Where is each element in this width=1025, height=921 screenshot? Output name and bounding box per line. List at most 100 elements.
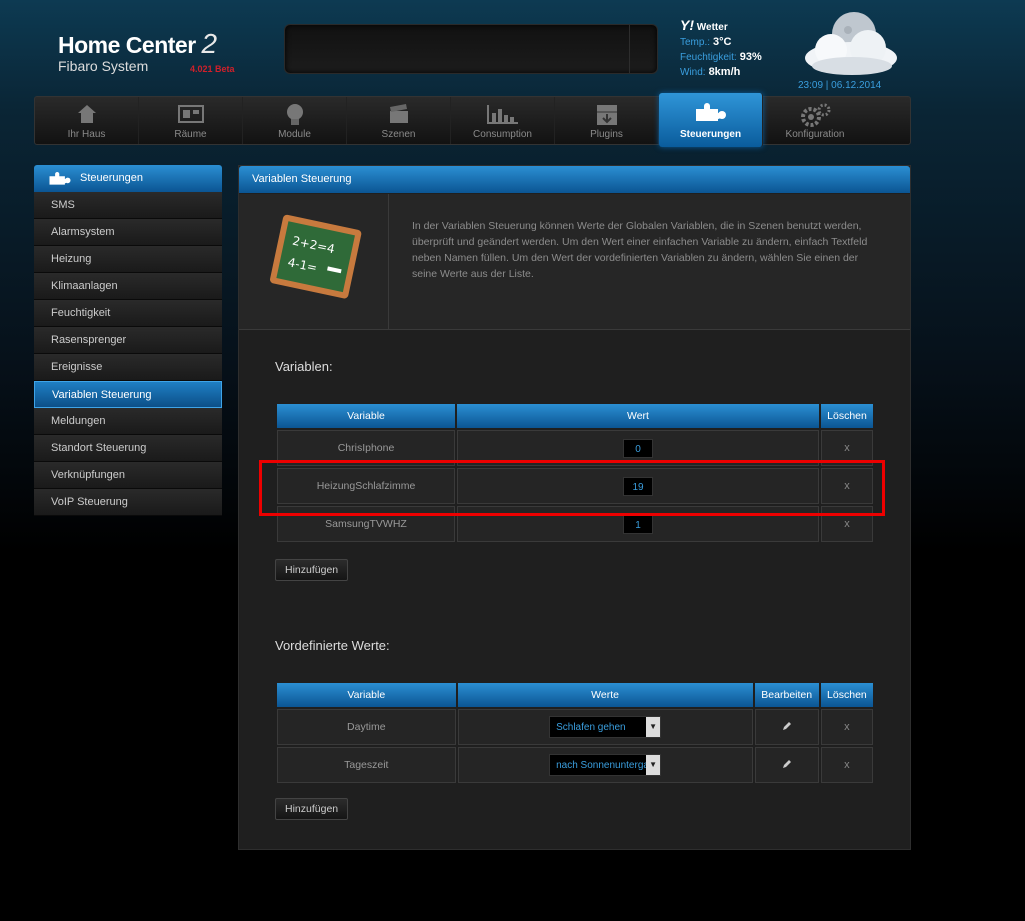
chevron-down-icon: ▼ xyxy=(646,755,661,775)
sidebar: Steuerungen SMS Alarmsystem Heizung Klim… xyxy=(34,165,222,516)
humidity-label: Feuchtigkeit: xyxy=(680,52,737,63)
display-segment xyxy=(629,25,657,73)
delete-cell: x xyxy=(821,506,873,542)
variable-value-cell: 19 xyxy=(457,468,819,504)
sidebar-item-meldungen[interactable]: Meldungen xyxy=(34,408,222,435)
delete-button[interactable]: x xyxy=(844,480,850,492)
yahoo-icon: Y! xyxy=(680,17,694,33)
sidebar-item-standort-steuerung[interactable]: Standort Steuerung xyxy=(34,435,222,462)
table-row: Tageszeit nach Sonnenuntergang ▼ x xyxy=(277,747,873,783)
puzzle-icon xyxy=(49,171,71,185)
sidebar-title: Steuerungen xyxy=(80,172,143,184)
nav-konfiguration[interactable]: Konfiguration xyxy=(763,97,867,144)
predefined-select[interactable]: nach Sonnenuntergang ▼ xyxy=(549,754,662,776)
select-value: nach Sonnenuntergang xyxy=(556,759,661,771)
nav-label: Steuerungen xyxy=(679,129,742,140)
nav-label: Szenen xyxy=(381,129,416,140)
pencil-icon[interactable] xyxy=(781,720,793,732)
delete-cell: x xyxy=(820,747,873,783)
nav-label: Räume xyxy=(174,129,207,140)
delete-button[interactable]: x xyxy=(844,759,850,771)
wind-label: Wind: xyxy=(680,67,706,78)
col-loeschen: Löschen xyxy=(820,683,873,707)
sidebar-item-rasensprenger[interactable]: Rasensprenger xyxy=(34,327,222,354)
humidity-value: 93% xyxy=(739,51,762,63)
nav-label: Konfiguration xyxy=(785,129,845,140)
delete-button[interactable]: x xyxy=(844,442,850,454)
sidebar-item-ereignisse[interactable]: Ereignisse xyxy=(34,354,222,381)
sidebar-item-heizung[interactable]: Heizung xyxy=(34,246,222,273)
pencil-icon[interactable] xyxy=(781,758,793,770)
table-row: Daytime Schlafen gehen ▼ x xyxy=(277,709,873,745)
sidebar-item-variablen-steuerung[interactable]: Variablen Steuerung xyxy=(34,381,222,408)
nav-plugins[interactable]: Plugins xyxy=(555,97,659,144)
delete-button[interactable]: x xyxy=(844,721,850,733)
bulb-icon xyxy=(286,104,303,125)
puzzle-icon xyxy=(695,103,726,121)
table-row: HeizungSchlafzimme 19 x xyxy=(277,468,873,504)
sidebar-item-alarmsystem[interactable]: Alarmsystem xyxy=(34,219,222,246)
box-icon xyxy=(596,105,617,125)
nav-raeume[interactable]: Räume xyxy=(139,97,243,144)
weather-widget: Y! Wetter Temp.: 3°C Feuchtigkeit: 93% Win… xyxy=(680,17,762,78)
predefined-name: Tageszeit xyxy=(277,747,456,783)
variable-name: SamsungTVWHZ xyxy=(277,506,455,542)
table-row: ChrisIphone 0 x xyxy=(277,430,873,466)
variables-title: Variablen: xyxy=(275,359,333,374)
col-variable: Variable xyxy=(277,404,455,428)
nav-label: Module xyxy=(278,129,311,140)
variable-name: HeizungSchlafzimme xyxy=(277,468,455,504)
main-title: Variablen Steuerung xyxy=(239,166,910,193)
edit-cell xyxy=(754,747,819,783)
temp-value: 3°C xyxy=(713,36,732,48)
chart-icon xyxy=(486,105,518,124)
intro-image-box: 2+2=4 4-1= xyxy=(239,194,389,330)
chalkboard-icon: 2+2=4 4-1= xyxy=(270,214,362,299)
add-variable-button[interactable]: Hinzufügen xyxy=(275,559,349,581)
nav-steuerungen[interactable]: Steuerungen xyxy=(659,93,763,147)
table-header-row: Variable Werte Bearbeiten Löschen xyxy=(277,683,873,707)
nav-consumption[interactable]: Consumption xyxy=(451,97,555,144)
table-header-row: Variable Wert Löschen xyxy=(277,404,873,428)
col-loeschen: Löschen xyxy=(821,404,873,428)
sidebar-item-verknuepfungen[interactable]: Verknüpfungen xyxy=(34,462,222,489)
version-label: 4.021 Beta xyxy=(190,64,235,74)
nav-ihr-haus[interactable]: Ihr Haus xyxy=(35,97,139,144)
intro-text: In der Variablen Steuerung können Werte … xyxy=(412,220,868,280)
brand-two: 2 xyxy=(201,28,218,59)
weather-wind: Wind: 8km/h xyxy=(680,66,762,78)
variable-value-input[interactable]: 0 xyxy=(623,438,653,458)
select-value: Schlafen gehen xyxy=(556,721,626,733)
weather-header: Y! Wetter xyxy=(680,17,762,33)
predefined-select[interactable]: Schlafen gehen ▼ xyxy=(549,716,662,738)
delete-cell: x xyxy=(821,430,873,466)
sidebar-header: Steuerungen xyxy=(34,165,222,192)
col-variable: Variable xyxy=(277,683,456,707)
nav-module[interactable]: Module xyxy=(243,97,347,144)
sidebar-item-voip-steuerung[interactable]: VoIP Steuerung xyxy=(34,489,222,516)
delete-button[interactable]: x xyxy=(844,518,850,530)
main-nav: Ihr Haus Räume Module Szenen Consumption… xyxy=(34,93,911,147)
variable-value-input[interactable]: 19 xyxy=(623,476,653,496)
nav-label: Plugins xyxy=(590,129,623,140)
predefined-select-cell: nach Sonnenuntergang ▼ xyxy=(457,747,753,783)
predefined-title: Vordefinierte Werte: xyxy=(275,638,390,653)
nav-label: Consumption xyxy=(473,129,532,140)
brand-title-text: Home Center xyxy=(58,32,196,58)
col-werte: Werte xyxy=(457,683,753,707)
sidebar-item-sms[interactable]: SMS xyxy=(34,192,222,219)
sidebar-item-feuchtigkeit[interactable]: Feuchtigkeit xyxy=(34,300,222,327)
main-panel: Variablen Steuerung 2+2=4 4-1= In der Va… xyxy=(238,165,911,850)
add-predefined-button[interactable]: Hinzufügen xyxy=(275,798,349,820)
delete-cell: x xyxy=(821,468,873,504)
sidebar-item-klimaanlagen[interactable]: Klimaanlagen xyxy=(34,273,222,300)
brand-logo[interactable]: Home Center 2 Fibaro System 4.021 Beta xyxy=(58,28,235,74)
status-display xyxy=(284,24,658,74)
nav-szenen[interactable]: Szenen xyxy=(347,97,451,144)
variable-value-cell: 1 xyxy=(457,506,819,542)
col-bearbeiten: Bearbeiten xyxy=(754,683,819,707)
brand-title: Home Center 2 xyxy=(58,28,217,60)
temp-label: Temp.: xyxy=(680,37,711,48)
house-icon xyxy=(77,105,96,123)
variable-value-input[interactable]: 1 xyxy=(623,514,653,534)
